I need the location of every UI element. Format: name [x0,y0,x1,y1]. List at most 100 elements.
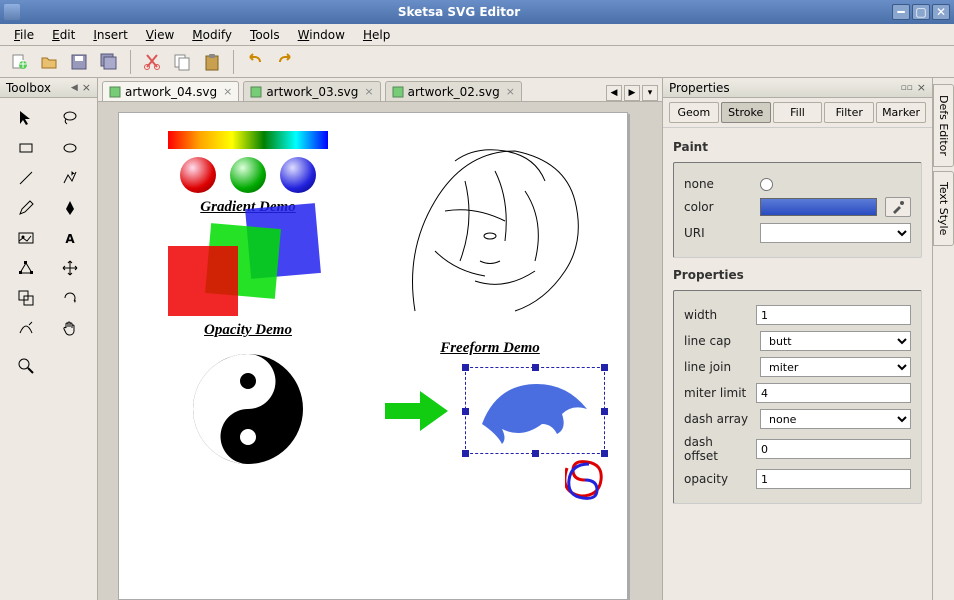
close-tab-icon[interactable]: × [364,85,373,98]
saveall-button[interactable] [96,49,122,75]
redo-button[interactable] [272,49,298,75]
maximize-button[interactable]: ▢ [912,4,930,20]
polyline-tool[interactable] [50,164,90,192]
linecap-select[interactable]: butt [760,331,911,351]
reshape-tool[interactable] [6,314,46,342]
ptab-fill[interactable]: Fill [773,102,823,123]
freeform-demo-label: Freeform Demo [375,340,605,357]
props-section-title: Properties [673,268,922,282]
ptab-stroke[interactable]: Stroke [721,102,771,123]
undo-button[interactable] [242,49,268,75]
paste-button[interactable] [199,49,225,75]
save-button[interactable] [66,49,92,75]
menu-view[interactable]: View [138,26,182,44]
ptab-filter[interactable]: Filter [824,102,874,123]
green-sphere [230,157,266,193]
open-button[interactable] [36,49,62,75]
miter-input[interactable] [756,383,911,403]
move-tool[interactable] [50,254,90,282]
color-swatch[interactable] [760,198,877,216]
ptab-marker[interactable]: Marker [876,102,926,123]
menu-help[interactable]: Help [355,26,398,44]
linecap-label: line cap [684,334,752,348]
canvas[interactable]: Gradient Demo Opacity Demo [118,112,628,600]
zoom-tool[interactable] [6,352,46,380]
pen-tool[interactable] [50,194,90,222]
menu-window[interactable]: Window [290,26,353,44]
blue-sphere [280,157,316,193]
tab-2[interactable]: artwork_02.svg× [385,81,522,101]
image-tool[interactable] [6,224,46,252]
width-label: width [684,308,748,322]
tab-list[interactable]: ▾ [642,85,658,101]
collapse-icon[interactable]: ◀ [71,83,78,93]
pathedit-tool[interactable] [6,254,46,282]
color-label: color [684,200,752,214]
none-label: none [684,177,752,191]
dashoffset-input[interactable] [756,439,911,459]
tab-1[interactable]: artwork_03.svg × [243,81,380,101]
menubar: File Edit Insert View Modify Tools Windo… [0,24,954,46]
rotate-tool[interactable] [50,284,90,312]
menu-file[interactable]: File [6,26,42,44]
rect-tool[interactable] [6,134,46,162]
freeform-sketch [375,131,595,331]
menu-modify[interactable]: Modify [184,26,240,44]
pencil-tool[interactable] [6,194,46,222]
sidetab-defs[interactable]: Defs Editor [933,84,954,167]
menu-tools[interactable]: Tools [242,26,288,44]
paint-none-radio[interactable] [760,178,773,191]
paint-section-title: Paint [673,140,922,154]
close-panel-icon[interactable]: × [917,81,926,94]
hand-tool[interactable] [50,314,90,342]
dashoffset-label: dash offset [684,435,748,463]
red-square [168,246,238,316]
svg-file-icon [392,86,404,98]
main-toolbar: + [0,46,954,78]
gradient-bar [168,131,328,149]
red-sphere [180,157,216,193]
tab-next[interactable]: ▶ [624,85,640,101]
canvas-viewport[interactable]: Gradient Demo Opacity Demo [98,102,662,600]
tab-0[interactable]: artwork_04.svg× [102,81,239,101]
combine-tool[interactable] [6,284,46,312]
close-button[interactable]: ✕ [932,4,950,20]
eyedropper-button[interactable] [885,197,911,217]
sidetab-textstyle[interactable]: Text Style [933,171,954,246]
tool-grid: A [0,98,97,348]
tab-prev[interactable]: ◀ [606,85,622,101]
lasso-tool[interactable] [50,104,90,132]
toolbox-title: Toolbox [6,81,51,95]
dasharray-select[interactable]: none [760,409,911,429]
selection-box[interactable] [465,367,605,454]
copy-button[interactable] [169,49,195,75]
tab-label: artwork_03.svg [266,85,358,99]
close-panel-icon[interactable]: × [82,81,91,94]
menu-insert[interactable]: Insert [85,26,135,44]
new-button[interactable]: + [6,49,32,75]
pointer-tool[interactable] [6,104,46,132]
app-icon [4,4,20,20]
side-tabs: Defs Editor Text Style [932,78,954,600]
dolphin-shape [472,374,600,444]
linejoin-label: line join [684,360,752,374]
close-tab-icon[interactable]: × [506,85,515,98]
linejoin-select[interactable]: miter [760,357,911,377]
uri-select[interactable] [760,223,911,243]
minimize-button[interactable]: ━ [892,4,910,20]
toolbox-header: Toolbox ◀ × [0,78,97,98]
collapse-icon[interactable]: ▫▫ [901,83,913,93]
opacity-demo [168,226,328,316]
width-input[interactable] [756,305,911,325]
ellipse-tool[interactable] [50,134,90,162]
ptab-geom[interactable]: Geom [669,102,719,123]
svg-file-icon [109,86,121,98]
text-tool[interactable]: A [50,224,90,252]
line-tool[interactable] [6,164,46,192]
properties-header: Properties ▫▫ × [663,78,932,98]
opacity-input[interactable] [756,469,911,489]
close-tab-icon[interactable]: × [223,85,232,98]
svg-text:+: + [18,57,28,71]
menu-edit[interactable]: Edit [44,26,83,44]
cut-button[interactable] [139,49,165,75]
